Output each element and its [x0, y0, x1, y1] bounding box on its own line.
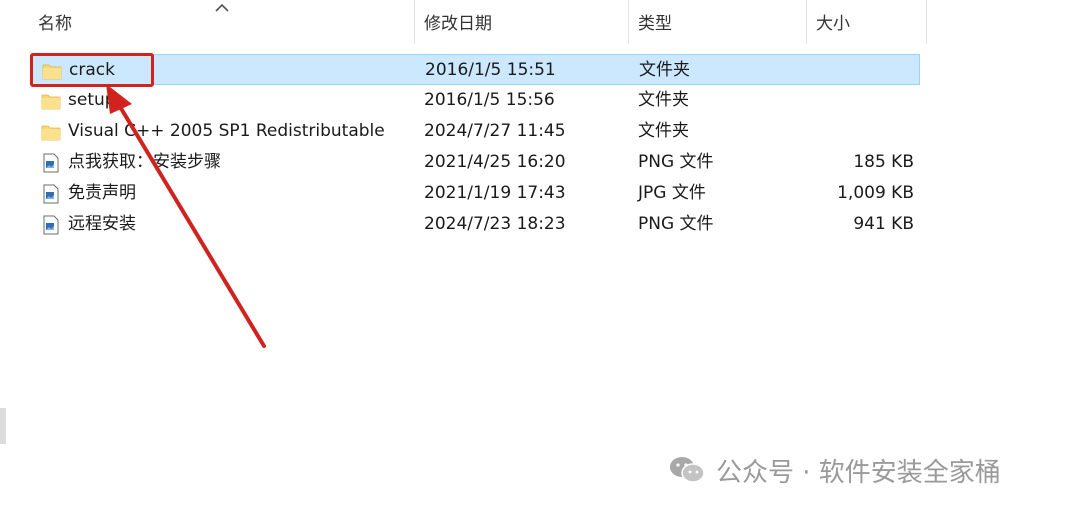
file-row-crack[interactable]: crack 2016/1/5 15:51 文件夹: [32, 54, 920, 85]
watermark-text: 公众号 · 软件安装全家桶: [716, 457, 1001, 488]
file-name: 远程安装: [68, 214, 136, 234]
image-file-icon: [43, 153, 59, 173]
file-modified: 2016/1/5 15:51: [425, 60, 556, 80]
column-header-modified[interactable]: 修改日期: [414, 0, 628, 48]
image-file-icon: [43, 215, 59, 235]
file-name: Visual C++ 2005 SP1 Redistributable: [68, 121, 385, 141]
file-name: setup: [68, 90, 116, 110]
wechat-icon: [670, 457, 705, 483]
file-type: 文件夹: [638, 90, 689, 110]
folder-icon: [41, 125, 61, 141]
file-row-install-steps[interactable]: 点我获取：安装步骤 2021/4/25 16:20 PNG 文件 185 KB: [32, 147, 920, 178]
image-file-icon: [43, 184, 59, 204]
file-modified: 2024/7/23 18:23: [424, 214, 566, 234]
file-size: 1,009 KB: [837, 183, 914, 203]
file-type: JPG 文件: [638, 183, 706, 203]
file-size: 941 KB: [853, 214, 914, 234]
column-divider[interactable]: [926, 0, 927, 44]
file-modified: 2021/1/19 17:43: [424, 183, 566, 203]
file-row-setup[interactable]: setup 2016/1/5 15:56 文件夹: [32, 85, 920, 116]
column-header-name[interactable]: 名称: [28, 0, 414, 48]
column-header-size[interactable]: 大小: [806, 0, 926, 48]
annotation-highlight-box: [30, 53, 154, 87]
file-row-visual-cpp[interactable]: Visual C++ 2005 SP1 Redistributable 2024…: [32, 116, 920, 147]
file-modified: 2024/7/27 11:45: [424, 121, 566, 141]
file-row-disclaimer[interactable]: 免责声明 2021/1/19 17:43 JPG 文件 1,009 KB: [32, 178, 920, 209]
file-row-remote-install[interactable]: 远程安装 2024/7/23 18:23 PNG 文件 941 KB: [32, 209, 920, 240]
column-header-type[interactable]: 类型: [628, 0, 806, 48]
file-name: 免责声明: [68, 183, 136, 203]
file-type: 文件夹: [639, 60, 690, 80]
column-header-bar: 名称 修改日期 类型 大小: [0, 0, 1080, 48]
file-type: 文件夹: [638, 121, 689, 141]
file-name: 点我获取：安装步骤: [68, 152, 221, 172]
file-modified: 2021/4/25 16:20: [424, 152, 566, 172]
file-type: PNG 文件: [638, 152, 714, 172]
folder-icon: [41, 94, 61, 110]
file-type: PNG 文件: [638, 214, 714, 234]
file-size: 185 KB: [853, 152, 914, 172]
scrollbar-edge[interactable]: [0, 408, 6, 444]
watermark: 公众号 · 软件安装全家桶: [668, 450, 1001, 490]
file-modified: 2016/1/5 15:56: [424, 90, 555, 110]
